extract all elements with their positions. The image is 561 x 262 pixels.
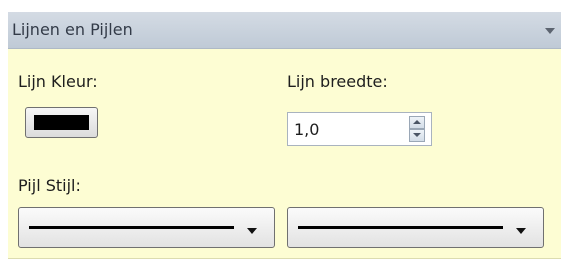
panel-header[interactable]: Lijnen en Pijlen <box>8 12 561 49</box>
spin-down-icon <box>413 133 421 137</box>
arrow-end-style-dropdown[interactable] <box>287 207 544 248</box>
dropdown-arrow-icon <box>247 228 257 234</box>
line-color-button[interactable] <box>25 107 98 138</box>
dropdown-arrow-icon <box>516 228 526 234</box>
spin-buttons <box>409 116 425 142</box>
line-color-swatch <box>34 115 89 130</box>
collapse-chevron-down-icon[interactable] <box>545 28 555 34</box>
line-width-spinner[interactable]: 1,0 <box>287 112 432 146</box>
line-width-value[interactable]: 1,0 <box>294 120 319 139</box>
line-width-label: Lijn breedte: <box>287 72 388 91</box>
line-style-preview <box>29 226 234 229</box>
line-style-preview <box>298 226 503 229</box>
spin-up-button[interactable] <box>409 116 425 129</box>
spin-down-button[interactable] <box>409 129 425 142</box>
lines-arrows-panel: Lijnen en Pijlen Lijn Kleur: Lijn breedt… <box>8 12 561 259</box>
line-color-label: Lijn Kleur: <box>18 72 98 91</box>
spin-up-icon <box>413 120 421 124</box>
panel-title: Lijnen en Pijlen <box>12 20 133 39</box>
arrow-start-style-dropdown[interactable] <box>18 207 275 248</box>
arrow-style-label: Pijl Stijl: <box>18 176 81 195</box>
